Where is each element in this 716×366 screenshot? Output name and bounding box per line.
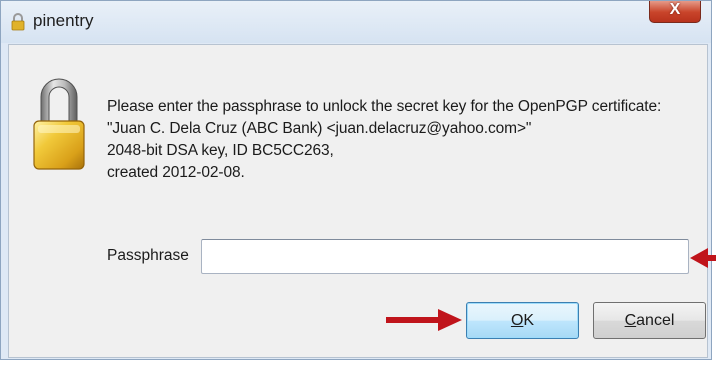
title-bar[interactable]: pinentry X [1,1,711,43]
padlock-icon [33,78,85,170]
arrow-to-ok-icon [386,309,462,331]
prompt-message: Please enter the passphrase to unlock th… [107,96,707,184]
ok-label: K [523,312,535,329]
cancel-label: ancel [636,312,675,329]
prompt-line: 2048-bit DSA key, ID BC5CC263, [107,142,334,159]
close-icon: X [669,1,681,18]
padlock-icon [11,13,25,31]
cancel-button[interactable]: Cancel [593,302,706,339]
ok-button[interactable]: OK [466,302,579,339]
prompt-line: "Juan C. Dela Cruz (ABC Bank) <juan.dela… [107,120,532,137]
prompt-line: Please enter the passphrase to unlock th… [107,98,662,115]
passphrase-label: Passphrase [107,247,189,264]
arrow-to-passphrase-icon [690,248,716,268]
ok-mnemonic: O [510,312,524,329]
prompt-line: created 2012-02-08. [107,164,245,181]
close-button[interactable]: X [649,1,701,23]
cancel-mnemonic: C [624,312,637,329]
window-title: pinentry [33,11,94,30]
pinentry-dialog: pinentry X Please enter the passphrase t… [0,0,712,360]
passphrase-input[interactable] [201,239,689,274]
